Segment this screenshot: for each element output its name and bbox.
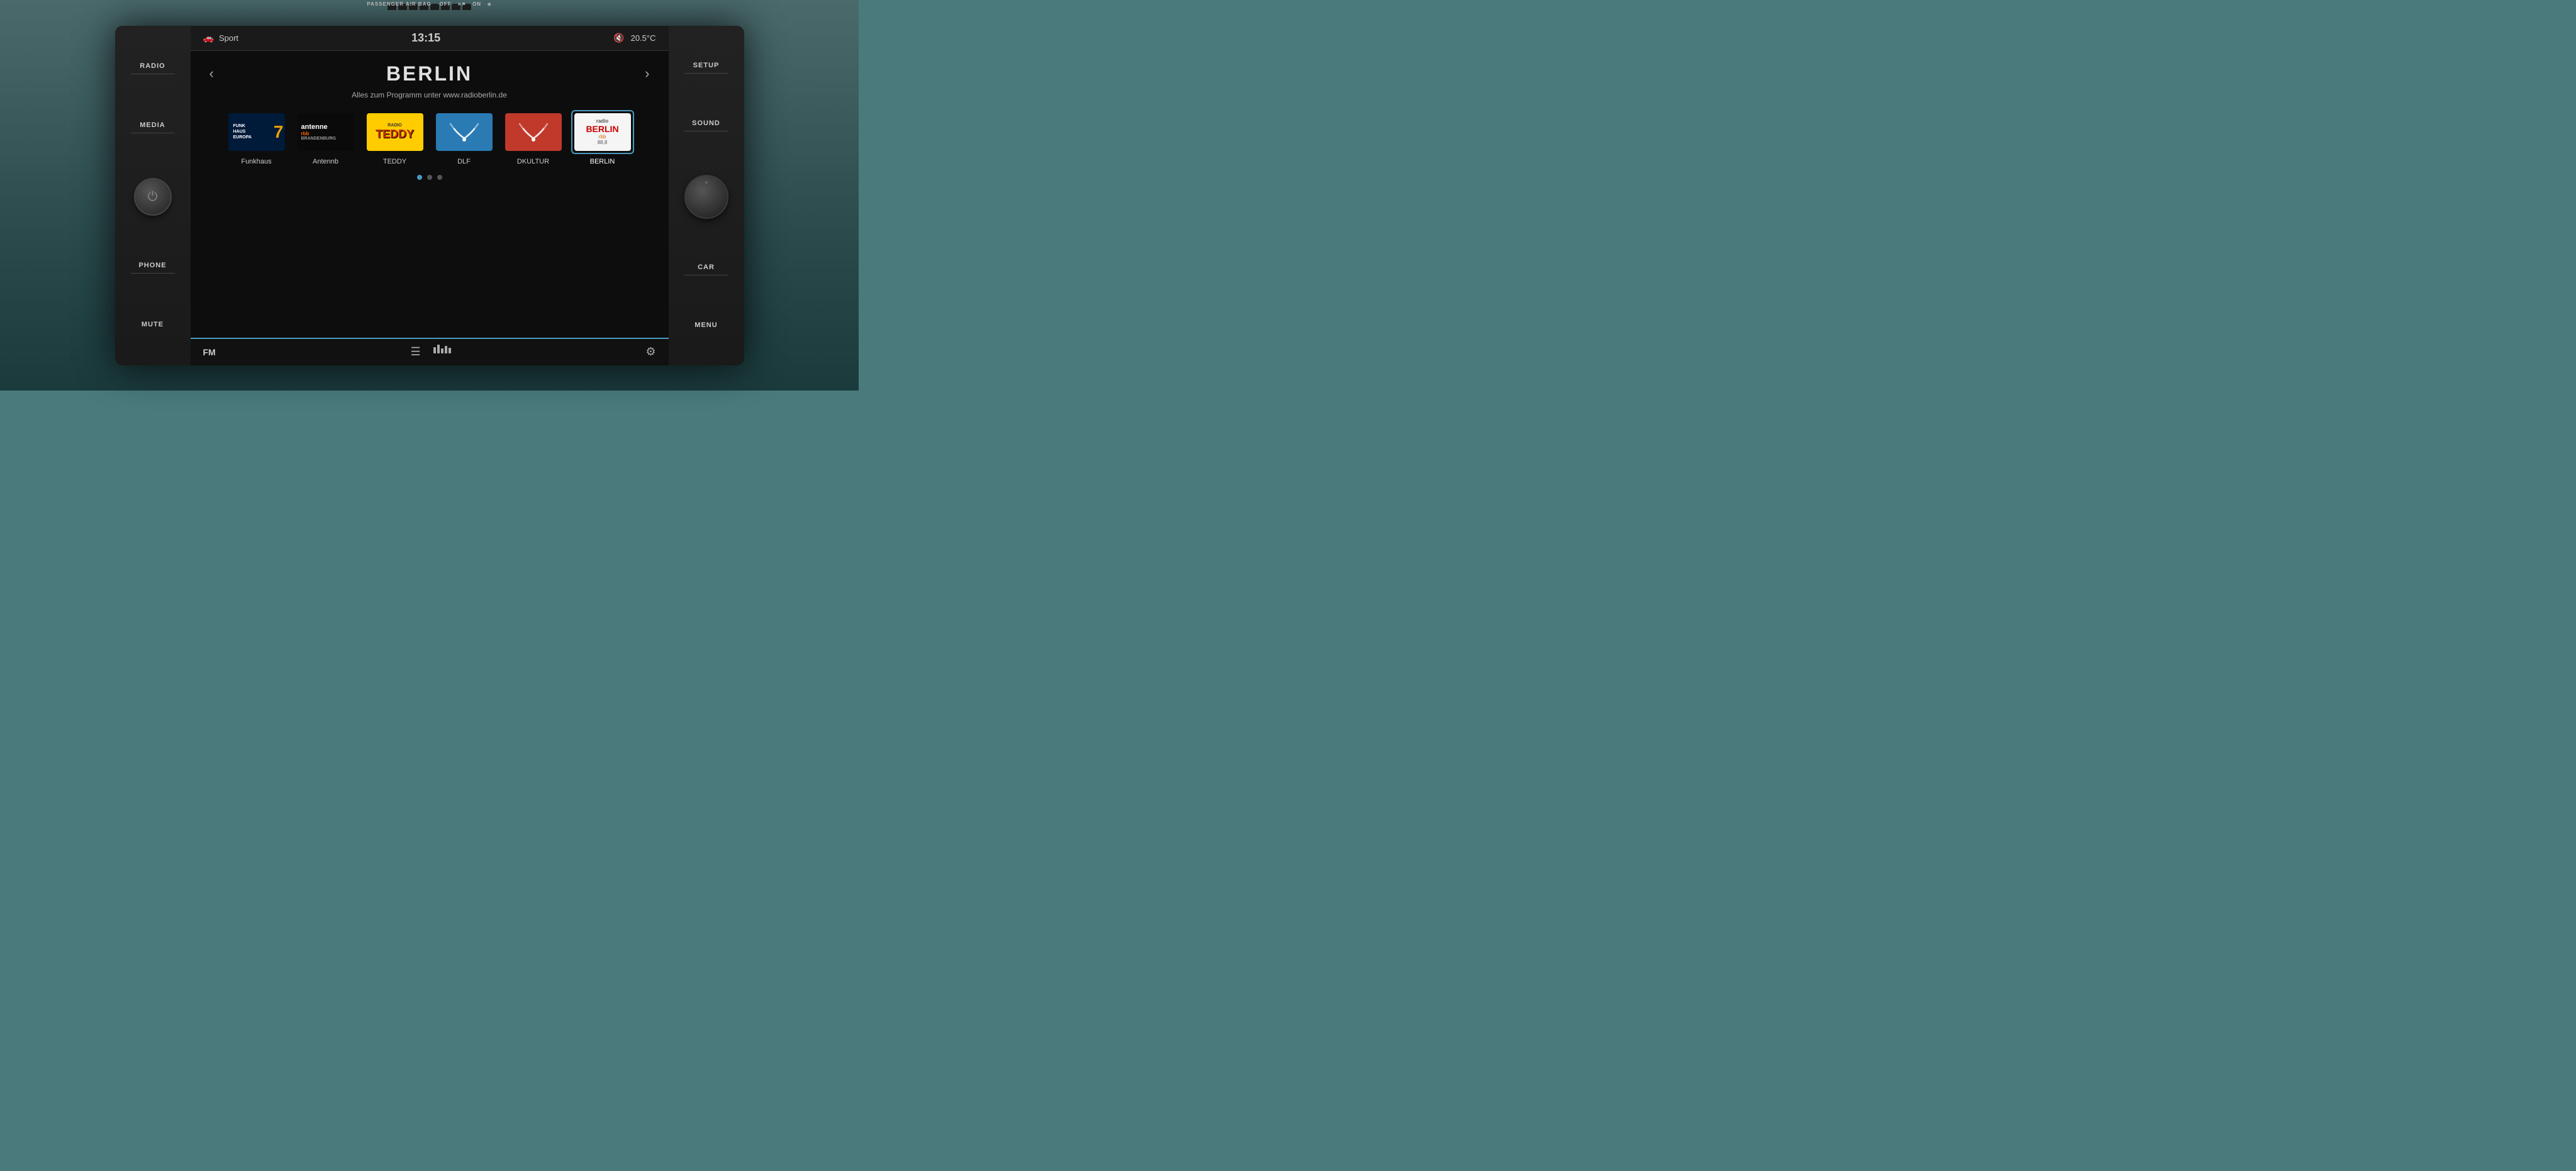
station-logo-dlf [433, 110, 496, 154]
dkultur-logo-inner [505, 113, 562, 151]
settings-icon[interactable]: ⚙ [645, 345, 655, 358]
bottom-bar: FM ☰ ⚙ [191, 338, 669, 365]
infotainment-unit: RADIO MEDIA ⏻ PHONE MUTE [115, 26, 744, 365]
bottom-icons: ☰ [410, 345, 450, 359]
station-item-dkultur[interactable]: DKULTUR [502, 110, 565, 165]
station-label-teddy: TEDDY [383, 158, 406, 165]
equalizer-icon[interactable] [433, 345, 451, 359]
station-title-row: ‹ BERLIN › [203, 57, 656, 91]
volume-knob[interactable] [684, 175, 728, 219]
pagination-dot-1[interactable] [417, 175, 422, 180]
power-button[interactable]: ⏻ [134, 178, 172, 216]
funkhaus-logo-inner: FUNK HAUS EUROPA 7 [228, 113, 285, 151]
funkhaus-number-icon: 7 [274, 122, 284, 142]
status-bar: 🚗 Sport 13:15 🔇 20.5°C [191, 26, 669, 51]
mute-button[interactable]: MUTE [142, 318, 164, 331]
phone-divider [131, 273, 175, 274]
drive-mode: Sport [219, 33, 238, 43]
dlf-waves-icon [445, 116, 483, 148]
band-selector[interactable]: FM [203, 347, 216, 357]
current-station-title: BERLIN [220, 62, 638, 86]
list-icon[interactable]: ☰ [410, 345, 420, 358]
station-label-dkultur: DKULTUR [517, 158, 549, 165]
stations-grid: FUNK HAUS EUROPA 7 Funkhaus [203, 107, 656, 169]
station-label-antenne: Antennb [313, 158, 338, 165]
station-logo-teddy: RADIO TEDDY [364, 110, 427, 154]
volume-icon: 🔇 [613, 33, 624, 43]
station-logo-antenne: antenne rbb BRANDENBURG [294, 110, 357, 154]
dashboard: PASSENGER AIR BAG OFF ✕⚑ ON ⊗ RADIO MEDI… [0, 0, 859, 391]
phone-button[interactable]: PHONE [131, 259, 175, 275]
berlin-logo-inner: radio BERLIN rbb 88,8 [574, 113, 631, 151]
media-button[interactable]: MEDIA [131, 119, 175, 135]
station-logo-funkhaus: FUNK HAUS EUROPA 7 [225, 110, 288, 154]
screen: 🚗 Sport 13:15 🔇 20.5°C ‹ BERLIN › A [191, 26, 669, 365]
station-item-dlf[interactable]: DLF [433, 110, 496, 165]
dlf-logo-inner [436, 113, 493, 151]
dkultur-waves-icon [515, 116, 552, 148]
next-station-button[interactable]: › [638, 65, 655, 82]
left-controls: RADIO MEDIA ⏻ PHONE MUTE [115, 26, 191, 365]
sound-button[interactable]: SOUND [684, 117, 728, 133]
station-logo-dkultur [502, 110, 565, 154]
station-logo-berlin: radio BERLIN rbb 88,8 [571, 110, 634, 154]
station-label-berlin: BERLIN [590, 158, 615, 165]
station-item-berlin[interactable]: radio BERLIN rbb 88,8 BERLIN [571, 110, 634, 165]
status-left: 🚗 Sport [203, 33, 239, 43]
station-label-funkhaus: Funkhaus [241, 158, 271, 165]
car-button[interactable]: CAR [684, 261, 728, 277]
menu-button[interactable]: MENU [694, 319, 717, 331]
pagination-dot-2[interactable] [427, 175, 432, 180]
right-controls: SETUP SOUND CAR MENU [669, 26, 744, 365]
clock: 13:15 [411, 31, 440, 45]
setup-divider [684, 73, 728, 74]
radio-button[interactable]: RADIO [131, 60, 175, 75]
airbag-label: PASSENGER AIR BAG OFF ✕⚑ ON ⊗ [367, 1, 491, 7]
teddy-logo-inner: RADIO TEDDY [367, 113, 423, 151]
station-item-teddy[interactable]: RADIO TEDDY TEDDY [364, 110, 427, 165]
pagination-dot-3[interactable] [437, 175, 442, 180]
station-item-antenne[interactable]: antenne rbb BRANDENBURG Antennb [294, 110, 357, 165]
setup-button[interactable]: SETUP [684, 59, 728, 75]
station-label-dlf: DLF [457, 158, 471, 165]
antenne-logo-inner: antenne rbb BRANDENBURG [298, 113, 354, 151]
station-item-funkhaus[interactable]: FUNK HAUS EUROPA 7 Funkhaus [225, 110, 288, 165]
station-subtitle: Alles zum Programm unter www.radioberlin… [352, 91, 507, 99]
prev-station-button[interactable]: ‹ [203, 65, 220, 82]
power-icon: ⏻ [148, 190, 158, 204]
temperature: 20.5°C [631, 33, 656, 43]
status-right: 🔇 20.5°C [613, 33, 655, 43]
main-content: ‹ BERLIN › Alles zum Programm unter www.… [191, 51, 669, 338]
pagination-dots [417, 175, 442, 180]
car-icon: 🚗 [203, 33, 214, 43]
